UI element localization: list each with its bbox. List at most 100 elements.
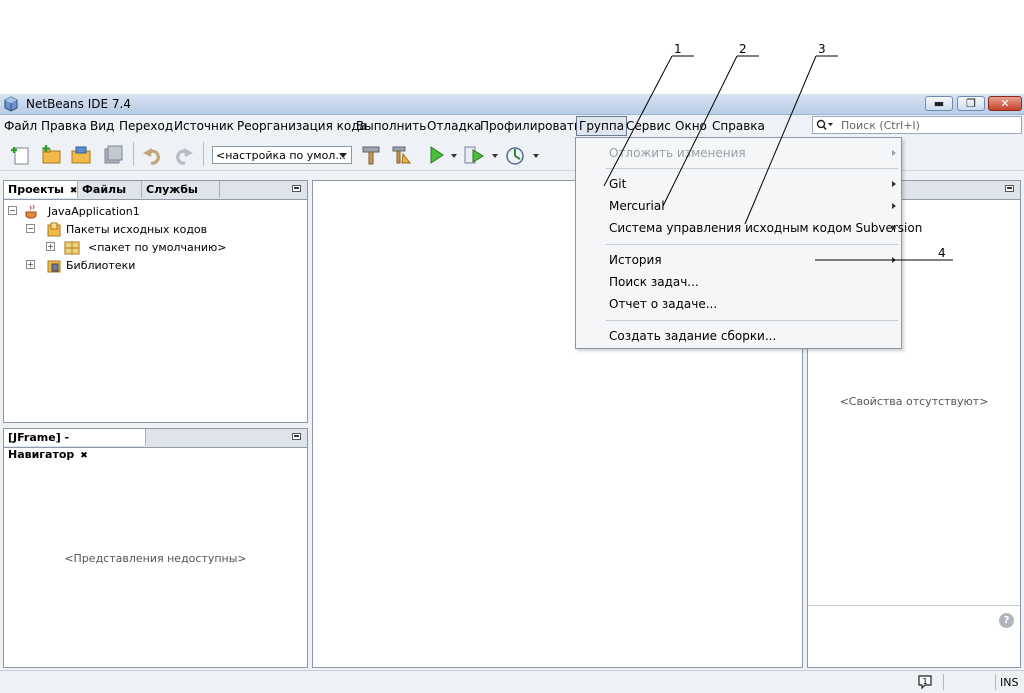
restore-icon: ❐ [966, 97, 976, 110]
tree-item-label: Библиотеки [66, 259, 136, 272]
submenu-arrow-icon [892, 181, 896, 187]
annotation-number-4: 4 [938, 246, 946, 260]
menu-profile[interactable]: Профилировать [480, 119, 581, 133]
close-icon: ✕ [1000, 97, 1010, 110]
clean-build-icon[interactable] [391, 144, 413, 166]
annotation-number-1: 1 [674, 42, 682, 56]
projects-tabbar: Проекты ✖ Файлы Службы [4, 181, 307, 200]
chevron-down-icon[interactable] [533, 154, 539, 158]
help-icon[interactable]: ? [999, 613, 1014, 628]
status-separator [995, 674, 996, 690]
close-tab-icon[interactable]: ✖ [80, 451, 88, 461]
status-separator [943, 674, 944, 690]
tab-files[interactable]: Файлы [78, 181, 142, 198]
menu-item-shelve-changes[interactable]: Отложить изменения [609, 146, 746, 160]
configuration-select[interactable]: <настройка по умол... [212, 146, 352, 164]
submenu-arrow-icon [892, 150, 896, 156]
minimize-panel-icon[interactable] [292, 185, 301, 192]
tab-projects-label: Проекты [8, 183, 64, 196]
tab-navigator[interactable]: [JFrame] - Навигатор ✖ [4, 429, 146, 461]
minimize-panel-icon[interactable] [292, 433, 301, 440]
annotation-number-3: 3 [818, 42, 826, 56]
collapse-icon[interactable]: − [8, 206, 17, 215]
menu-team[interactable]: Группа [576, 116, 628, 136]
menu-item-history[interactable]: История [609, 253, 662, 267]
save-all-icon[interactable] [102, 144, 124, 166]
tree-item-label: JavaApplication1 [48, 205, 140, 218]
window-title: NetBeans IDE 7.4 [26, 97, 131, 111]
build-icon[interactable] [360, 144, 382, 166]
menu-item-git[interactable]: Git [609, 177, 626, 191]
notification-count: 1 [922, 677, 927, 686]
menu-item-subversion[interactable]: Система управления исходным кодом Subver… [609, 221, 922, 235]
profile-icon[interactable] [504, 144, 526, 166]
properties-divider [808, 605, 1020, 606]
close-window-button[interactable]: ✕ [988, 96, 1022, 111]
menu-tools[interactable]: Сервис [626, 119, 671, 133]
tree-item-label: <пакет по умолчанию> [88, 241, 227, 254]
tree-item-sources[interactable]: − Пакеты исходных кодов [8, 221, 288, 239]
search-input[interactable]: Поиск (Ctrl+I) [841, 119, 920, 132]
collapse-icon[interactable]: − [26, 224, 35, 233]
submenu-arrow-icon [892, 225, 896, 231]
menu-refactor[interactable]: Реорганизация кода [237, 119, 367, 133]
run-icon[interactable] [425, 144, 447, 166]
menu-item-find-tasks[interactable]: Поиск задач... [609, 275, 699, 289]
title-bar[interactable]: NetBeans IDE 7.4 ▬ ❐ ✕ [0, 94, 1024, 115]
menu-view[interactable]: Вид [90, 119, 114, 133]
redo-icon[interactable] [172, 144, 194, 166]
undo-icon[interactable] [142, 144, 164, 166]
search-icon[interactable] [816, 119, 834, 131]
tab-services[interactable]: Службы [142, 181, 220, 198]
package-icon [64, 241, 80, 255]
open-project-icon[interactable] [70, 144, 92, 166]
restore-window-button[interactable]: ❐ [957, 96, 985, 111]
tab-navigator-label: [JFrame] - Навигатор [8, 431, 75, 461]
minimize-window-button[interactable]: ▬ [925, 96, 953, 111]
chevron-down-icon[interactable] [492, 154, 498, 158]
submenu-arrow-icon [892, 257, 896, 263]
navigator-tabbar: [JFrame] - Навигатор ✖ [4, 429, 307, 461]
notification-icon[interactable]: 1 [917, 674, 933, 690]
navigator-panel: [JFrame] - Навигатор ✖ <Представления нед… [3, 428, 308, 668]
tab-projects[interactable]: Проекты ✖ [4, 181, 78, 198]
menu-item-create-build-job[interactable]: Создать задание сборки... [609, 329, 776, 343]
menu-separator [606, 320, 898, 321]
source-packages-icon [47, 222, 61, 237]
projects-panel: Проекты ✖ Файлы Службы − JavaApplication1… [3, 180, 308, 423]
menu-navigate[interactable]: Переход [119, 119, 173, 133]
menu-separator [606, 168, 898, 169]
close-tab-icon[interactable]: ✖ [70, 186, 78, 196]
menu-debug[interactable]: Отладка [427, 119, 481, 133]
debug-icon[interactable] [463, 144, 485, 166]
minimize-panel-icon[interactable] [1005, 185, 1014, 192]
menu-run[interactable]: Выполнить [356, 119, 426, 133]
java-project-icon [25, 204, 37, 219]
tree-item-label: Пакеты исходных кодов [66, 223, 208, 236]
tree-item-default-package[interactable]: + <пакет по умолчанию> [8, 239, 288, 257]
menu-source[interactable]: Источник [174, 119, 234, 133]
navigator-placeholder: <Представления недоступны> [64, 552, 247, 565]
new-project-icon[interactable] [40, 144, 62, 166]
menu-window[interactable]: Окно [675, 119, 707, 133]
libraries-icon [47, 260, 61, 273]
annotation-number-2: 2 [739, 42, 747, 56]
menu-edit[interactable]: Правка [41, 119, 87, 133]
quick-search-box[interactable]: Поиск (Ctrl+I) [812, 116, 1022, 134]
toolbar-separator [133, 142, 134, 166]
menu-help[interactable]: Справка [712, 119, 765, 133]
menu-separator [606, 244, 898, 245]
menu-item-mercurial[interactable]: Mercurial [609, 199, 665, 213]
expand-icon[interactable]: + [46, 242, 55, 251]
chevron-down-icon [339, 153, 347, 158]
properties-placeholder: <Свойства отсутствуют> [839, 395, 989, 408]
new-file-icon[interactable] [10, 144, 32, 166]
tree-item-libraries[interactable]: + Библиотеки [8, 257, 288, 275]
menu-file[interactable]: Файл [4, 119, 37, 133]
expand-icon[interactable]: + [26, 260, 35, 269]
chevron-down-icon[interactable] [451, 154, 457, 158]
menu-item-report-task[interactable]: Отчет о задаче... [609, 297, 717, 311]
toolbar-separator [203, 142, 204, 166]
minimize-icon: ▬ [933, 97, 945, 110]
tree-item-project[interactable]: − JavaApplication1 [8, 203, 288, 221]
